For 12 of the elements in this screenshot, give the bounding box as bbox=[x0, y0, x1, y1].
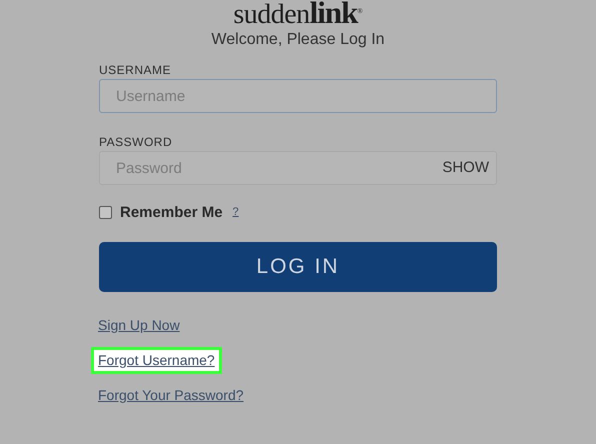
login-button[interactable]: LOG IN bbox=[99, 242, 497, 292]
field-label: USERNAME bbox=[99, 63, 172, 79]
field-label: PASSWORD bbox=[99, 135, 174, 151]
help-link[interactable]: ? bbox=[232, 206, 239, 218]
show-password-button[interactable]: SHOW bbox=[442, 159, 489, 176]
checkbox-label: Remember Me bbox=[120, 204, 223, 220]
link[interactable]: Forgot Your Password? bbox=[91, 382, 251, 409]
checkbox[interactable] bbox=[99, 206, 112, 218]
input-field[interactable]: Username bbox=[99, 79, 497, 113]
page-heading: Welcome, Please Log In bbox=[211, 31, 385, 50]
link[interactable]: Forgot Username? bbox=[91, 347, 222, 374]
link[interactable]: Sign Up Now bbox=[91, 312, 187, 339]
